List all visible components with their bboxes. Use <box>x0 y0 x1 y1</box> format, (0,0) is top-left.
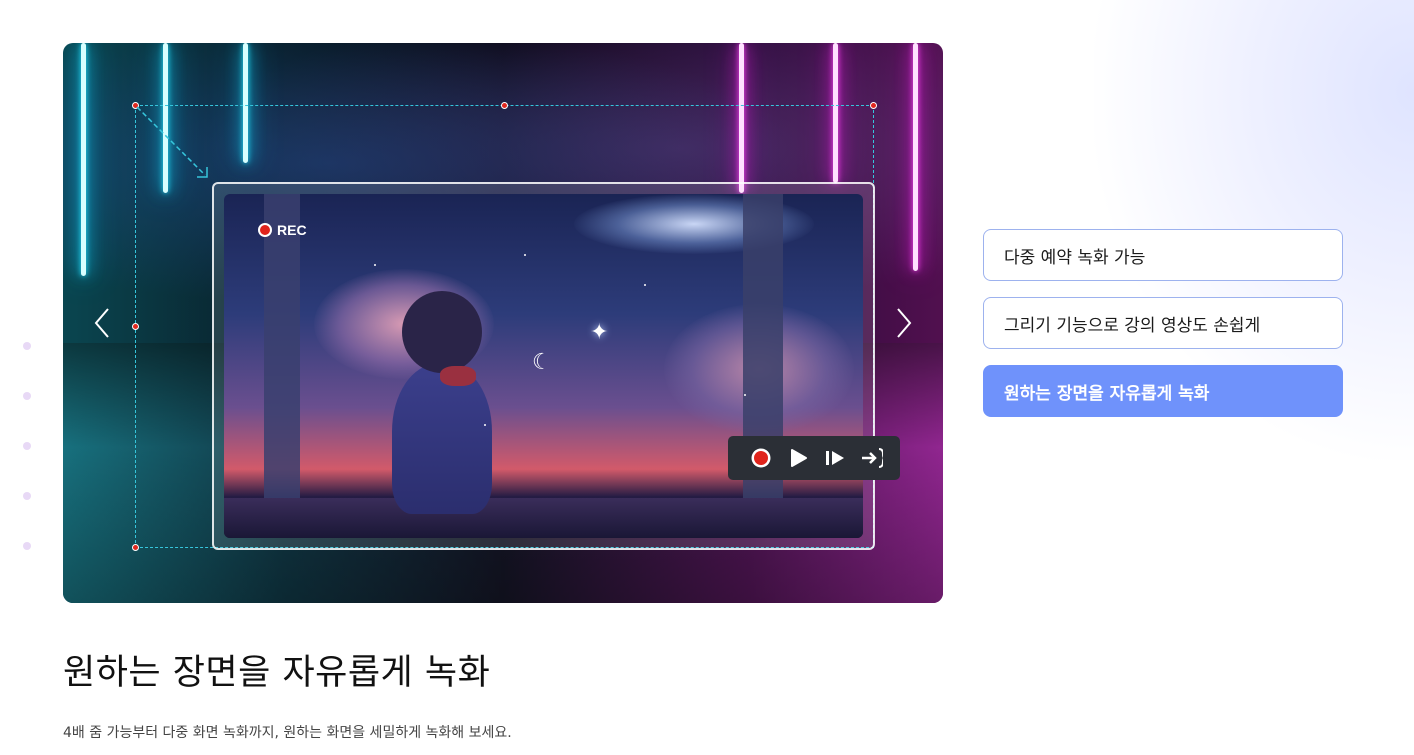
girl-head <box>402 291 482 373</box>
chevron-left-icon <box>94 308 109 338</box>
tab-drawing-feature[interactable]: 그리기 기능으로 강의 영상도 손쉽게 <box>983 297 1343 349</box>
prev-slide-button[interactable] <box>90 303 114 343</box>
tab-free-recording[interactable]: 원하는 장면을 자유롭게 녹화 <box>983 365 1343 417</box>
step-forward-icon[interactable] <box>824 447 846 469</box>
rec-indicator: REC <box>258 222 307 238</box>
dot <box>23 342 31 350</box>
trim-icon[interactable] <box>861 447 883 469</box>
resize-handle[interactable] <box>132 544 139 551</box>
tab-multi-schedule-recording[interactable]: 다중 예약 녹화 가능 <box>983 229 1343 281</box>
dot <box>23 542 31 550</box>
tab-label: 그리기 기능으로 강의 영상도 손쉽게 <box>1004 315 1261 336</box>
star-dot <box>374 264 376 266</box>
recording-window: ✦ ☾ REC <box>212 182 875 550</box>
dot <box>23 492 31 500</box>
star-icon: ✦ <box>590 320 609 345</box>
star-dot <box>644 284 646 286</box>
neon-bar <box>913 43 918 271</box>
decorative-dots <box>23 342 33 592</box>
resize-handle[interactable] <box>132 323 139 330</box>
window-pillar <box>264 194 300 538</box>
next-slide-button[interactable] <box>892 303 916 343</box>
record-icon[interactable] <box>750 447 772 469</box>
recording-controls <box>728 436 900 480</box>
moon-icon: ☾ <box>532 350 552 375</box>
resize-handle[interactable] <box>501 102 508 109</box>
star-dot <box>484 424 486 426</box>
window-pillar <box>743 194 783 538</box>
recorded-screen: ✦ ☾ REC <box>224 194 863 538</box>
dot <box>23 442 31 450</box>
resize-handle[interactable] <box>870 102 877 109</box>
tab-label: 다중 예약 녹화 가능 <box>1004 247 1146 268</box>
section-title: 원하는 장면을 자유롭게 녹화 <box>63 653 491 693</box>
neon-bar <box>81 43 86 276</box>
girl-figure <box>392 364 492 514</box>
section-description: 4배 줌 가능부터 다중 화면 녹화까지, 원하는 화면을 세밀하게 녹화해 보… <box>63 725 512 741</box>
resize-arrow-icon <box>136 106 208 178</box>
girl-scarf <box>440 366 476 386</box>
city-lights <box>224 498 863 538</box>
play-icon[interactable] <box>787 447 809 469</box>
star-dot <box>744 394 746 396</box>
chevron-right-icon <box>897 308 912 338</box>
rec-dot-icon <box>258 223 272 237</box>
feature-slide-image: ✦ ☾ REC <box>63 43 943 603</box>
rec-label: REC <box>277 222 307 238</box>
tab-label: 원하는 장면을 자유롭게 녹화 <box>1004 383 1210 404</box>
dot <box>23 392 31 400</box>
star-dot <box>524 254 526 256</box>
